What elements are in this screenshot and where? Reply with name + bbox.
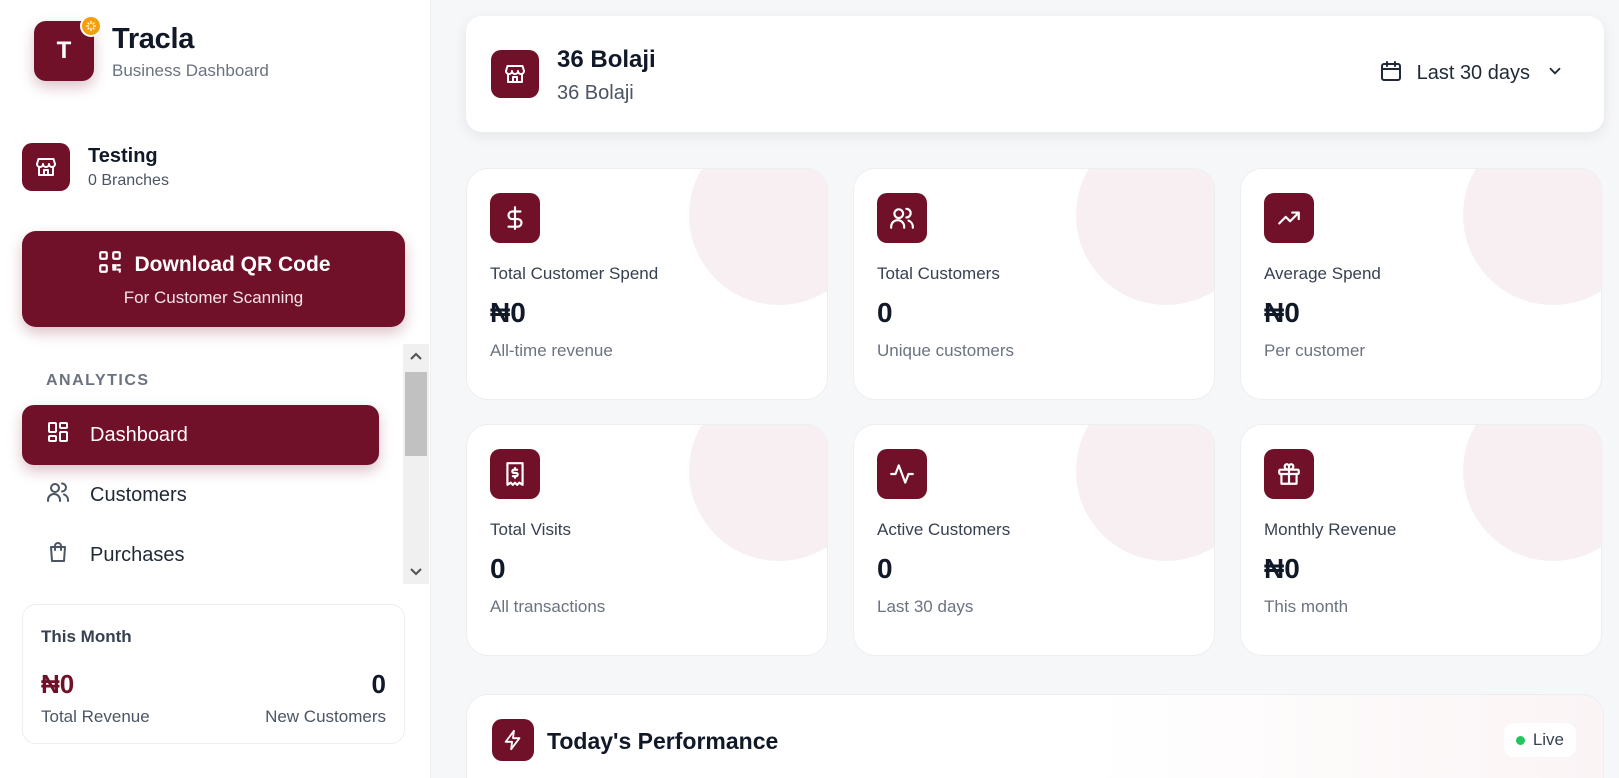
stat-card-monthly-revenue: Monthly Revenue ₦0 This month	[1240, 424, 1602, 656]
stat-value: ₦0	[1264, 553, 1300, 584]
stat-title: Active Customers	[877, 520, 1011, 539]
decorative-circle	[689, 169, 827, 305]
live-status-badge: Live	[1503, 723, 1576, 757]
this-month-title: This Month	[41, 627, 132, 646]
brand-initial: T	[56, 37, 72, 64]
stat-title: Total Customer Spend	[490, 264, 659, 283]
live-status-label: Live	[1532, 730, 1564, 749]
stat-value: ₦0	[490, 297, 526, 328]
stat-value: 0	[490, 553, 506, 584]
sidebar-item-purchases[interactable]: Purchases	[22, 525, 379, 584]
stat-card-total-customer-spend: Total Customer Spend ₦0 All-time revenue	[466, 168, 828, 400]
page-subtitle: 36 Bolaji	[557, 82, 634, 104]
decorative-circle	[1463, 425, 1601, 561]
stat-subtitle: All-time revenue	[490, 341, 613, 360]
stat-value: ₦0	[1264, 297, 1300, 328]
page-title: 36 Bolaji	[557, 46, 656, 73]
store-icon	[491, 50, 539, 98]
stat-title: Total Visits	[490, 520, 571, 539]
stat-card-average-spend: Average Spend ₦0 Per customer	[1240, 168, 1602, 400]
stat-value: 0	[877, 553, 893, 584]
stat-subtitle: This month	[1264, 597, 1349, 616]
nav-section-label: ANALYTICS	[46, 372, 150, 389]
lightning-icon	[492, 719, 534, 761]
qr-code-icon	[97, 249, 123, 280]
decorative-circle	[1076, 169, 1214, 305]
brand-logo: T	[34, 15, 102, 81]
calendar-icon	[1379, 59, 1403, 88]
stat-card-total-customers: Total Customers 0 Unique customers	[853, 168, 1215, 400]
receipt-icon	[490, 449, 540, 499]
date-range-select[interactable]: Last 30 days	[1379, 59, 1564, 88]
users-icon	[46, 480, 70, 510]
total-revenue-value: ₦0	[41, 669, 75, 699]
sidebar: T Tracla Business Dashboard Testing 0 Br…	[0, 0, 431, 778]
sidebar-item-dashboard[interactable]: Dashboard	[22, 405, 379, 465]
store-name: Testing	[88, 144, 158, 167]
store-branches: 0 Branches	[88, 171, 169, 189]
download-qr-button[interactable]: Download QR Code For Customer Scanning	[22, 231, 405, 327]
stat-subtitle: All transactions	[490, 597, 606, 616]
scroll-up-button[interactable]	[403, 344, 429, 368]
sidebar-item-label: Customers	[90, 483, 187, 506]
trending-up-icon	[1264, 193, 1314, 243]
sidebar-item-label: Purchases	[90, 543, 185, 566]
live-dot-icon	[1515, 735, 1525, 745]
dashboard-icon	[46, 420, 70, 450]
stat-subtitle: Last 30 days	[877, 597, 974, 616]
decorative-circle	[1463, 169, 1601, 305]
stat-subtitle: Per customer	[1264, 341, 1366, 360]
dollar-icon	[490, 193, 540, 243]
todays-performance-card: Today's Performance Live	[466, 694, 1604, 778]
this-month-card: This Month ₦0 Total Revenue 0 New Custom…	[22, 604, 405, 744]
brand: T Tracla Business Dashboard	[34, 15, 269, 81]
chevron-up-icon	[410, 352, 422, 360]
scroll-down-button[interactable]	[403, 560, 429, 584]
users-icon	[877, 193, 927, 243]
brand-name: Tracla	[112, 23, 195, 55]
sidebar-item-label: Dashboard	[90, 423, 188, 446]
date-range-label: Last 30 days	[1416, 62, 1530, 84]
new-customers-label: New Customers	[265, 707, 386, 726]
chevron-down-icon	[1546, 62, 1564, 85]
decorative-circle	[1076, 425, 1214, 561]
sparkle-icon	[80, 15, 102, 37]
scrollbar-thumb[interactable]	[405, 372, 427, 456]
stat-subtitle: Unique customers	[877, 341, 1015, 360]
qr-button-label: Download QR Code	[134, 252, 331, 276]
stat-title: Average Spend	[1264, 264, 1381, 283]
new-customers-value: 0	[371, 669, 386, 699]
sidebar-scrollbar[interactable]	[403, 344, 429, 584]
stat-title: Monthly Revenue	[1264, 520, 1397, 539]
store-switcher[interactable]: Testing 0 Branches	[22, 143, 169, 191]
brand-subtitle: Business Dashboard	[112, 61, 269, 80]
stat-value: 0	[877, 297, 893, 328]
stat-card-total-visits: Total Visits 0 All transactions	[466, 424, 828, 656]
activity-icon	[877, 449, 927, 499]
total-revenue-label: Total Revenue	[41, 707, 150, 726]
sidebar-item-customers[interactable]: Customers	[22, 465, 379, 525]
gift-icon	[1264, 449, 1314, 499]
header-card: 36 Bolaji 36 Bolaji Last 30 days	[466, 16, 1604, 132]
decorative-circle	[689, 425, 827, 561]
stat-title: Total Customers	[877, 264, 1000, 283]
shopping-bag-icon	[46, 540, 70, 570]
stat-card-active-customers: Active Customers 0 Last 30 days	[853, 424, 1215, 656]
qr-button-sublabel: For Customer Scanning	[123, 288, 304, 307]
chevron-down-icon	[410, 568, 422, 576]
nav-scroll-area[interactable]: ANALYTICS Dashboard Customers Purchases	[0, 344, 431, 584]
performance-title: Today's Performance	[547, 728, 779, 754]
store-icon	[22, 143, 70, 191]
